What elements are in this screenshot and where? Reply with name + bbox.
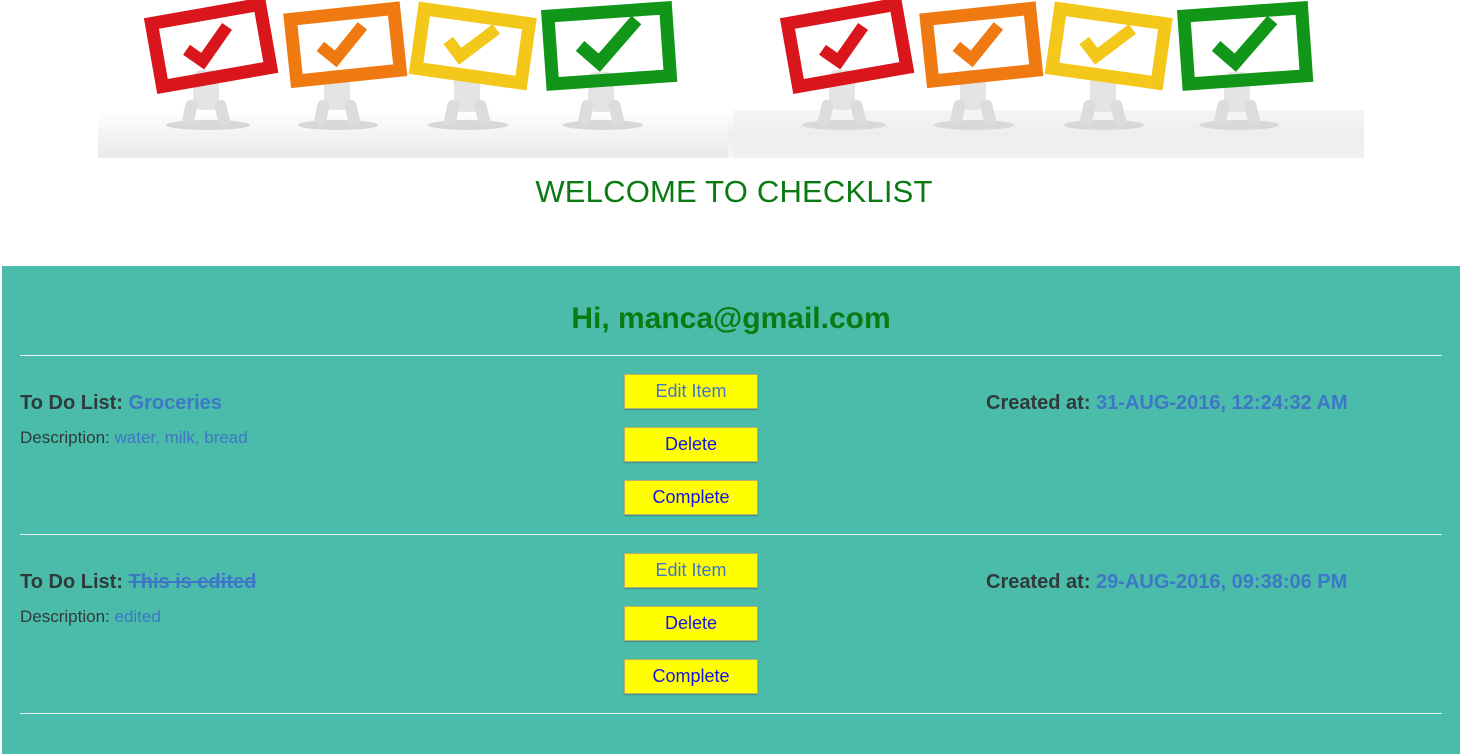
- todo-item: To Do List: This is edited Description: …: [2, 535, 1460, 713]
- description-value: edited: [114, 607, 161, 626]
- complete-button[interactable]: Complete: [624, 480, 758, 515]
- todo-item: To Do List: Groceries Description: water…: [2, 356, 1460, 534]
- delete-button[interactable]: Delete: [624, 427, 758, 462]
- checklist-panel: Hi, manca@gmail.com To Do List: Grocerie…: [2, 266, 1460, 754]
- todo-list-name: This is edited: [128, 571, 257, 593]
- todo-list-name: Groceries: [128, 392, 222, 414]
- divider: [20, 713, 1442, 714]
- user-greeting: Hi, manca@gmail.com: [571, 302, 891, 335]
- todo-list-label: To Do List:: [20, 392, 123, 414]
- created-label: Created at:: [986, 392, 1091, 414]
- todo-description: Description: water, milk, bread: [20, 428, 248, 448]
- header-banner: [98, 0, 1364, 158]
- todo-list-label: To Do List:: [20, 571, 123, 593]
- created-at: Created at: 29-AUG-2016, 09:38:06 PM: [986, 571, 1347, 594]
- todo-list-title: To Do List: This is edited: [20, 571, 256, 594]
- complete-button[interactable]: Complete: [624, 659, 758, 694]
- welcome-heading: WELCOME TO CHECKLIST: [535, 174, 933, 209]
- edit-item-button[interactable]: Edit Item: [624, 374, 758, 409]
- checkbox-figures-image: [98, 0, 728, 158]
- todo-list-title: To Do List: Groceries: [20, 392, 222, 415]
- created-label: Created at:: [986, 571, 1091, 593]
- created-timestamp: 31-AUG-2016, 12:24:32 AM: [1096, 392, 1348, 414]
- description-label: Description:: [20, 428, 110, 447]
- description-value: water, milk, bread: [114, 428, 248, 447]
- description-label: Description:: [20, 607, 110, 626]
- delete-button[interactable]: Delete: [624, 606, 758, 641]
- todo-description: Description: edited: [20, 607, 161, 627]
- created-at: Created at: 31-AUG-2016, 12:24:32 AM: [986, 392, 1348, 415]
- created-timestamp: 29-AUG-2016, 09:38:06 PM: [1096, 571, 1348, 593]
- checkbox-figures-image: [734, 0, 1364, 158]
- edit-item-button[interactable]: Edit Item: [624, 553, 758, 588]
